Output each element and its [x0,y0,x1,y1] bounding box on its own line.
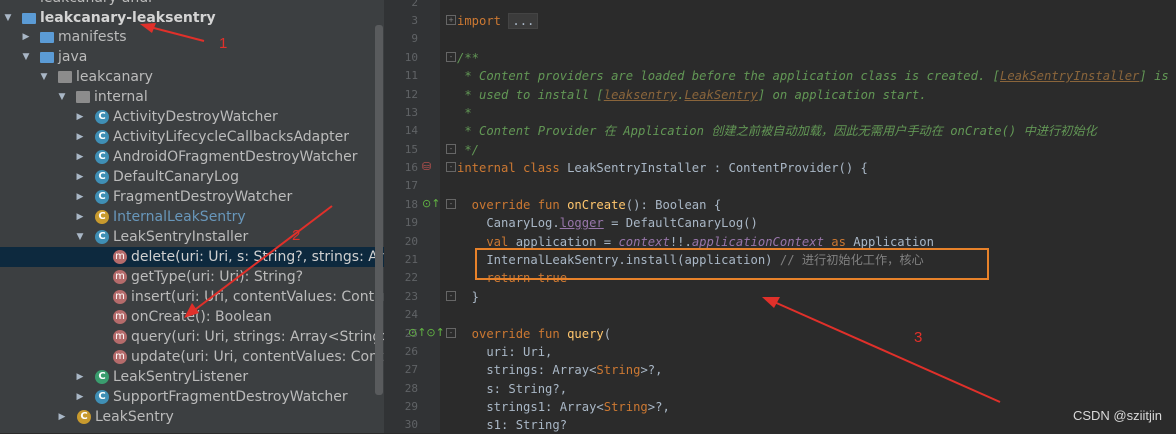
arrow-1-head [140,23,156,33]
arrow-2 [191,205,333,313]
watermark: CSDN @sziitjin [1072,408,1162,423]
annotation-label-1: 1 [219,35,228,52]
annotation-label-3: 3 [914,329,923,346]
arrow-1 [149,26,205,42]
annotation-label-2: 2 [292,227,301,244]
highlight-box [475,248,989,280]
annotation-overlay [140,23,1001,403]
arrow-2-head [184,303,199,318]
arrow-3 [771,300,1001,403]
